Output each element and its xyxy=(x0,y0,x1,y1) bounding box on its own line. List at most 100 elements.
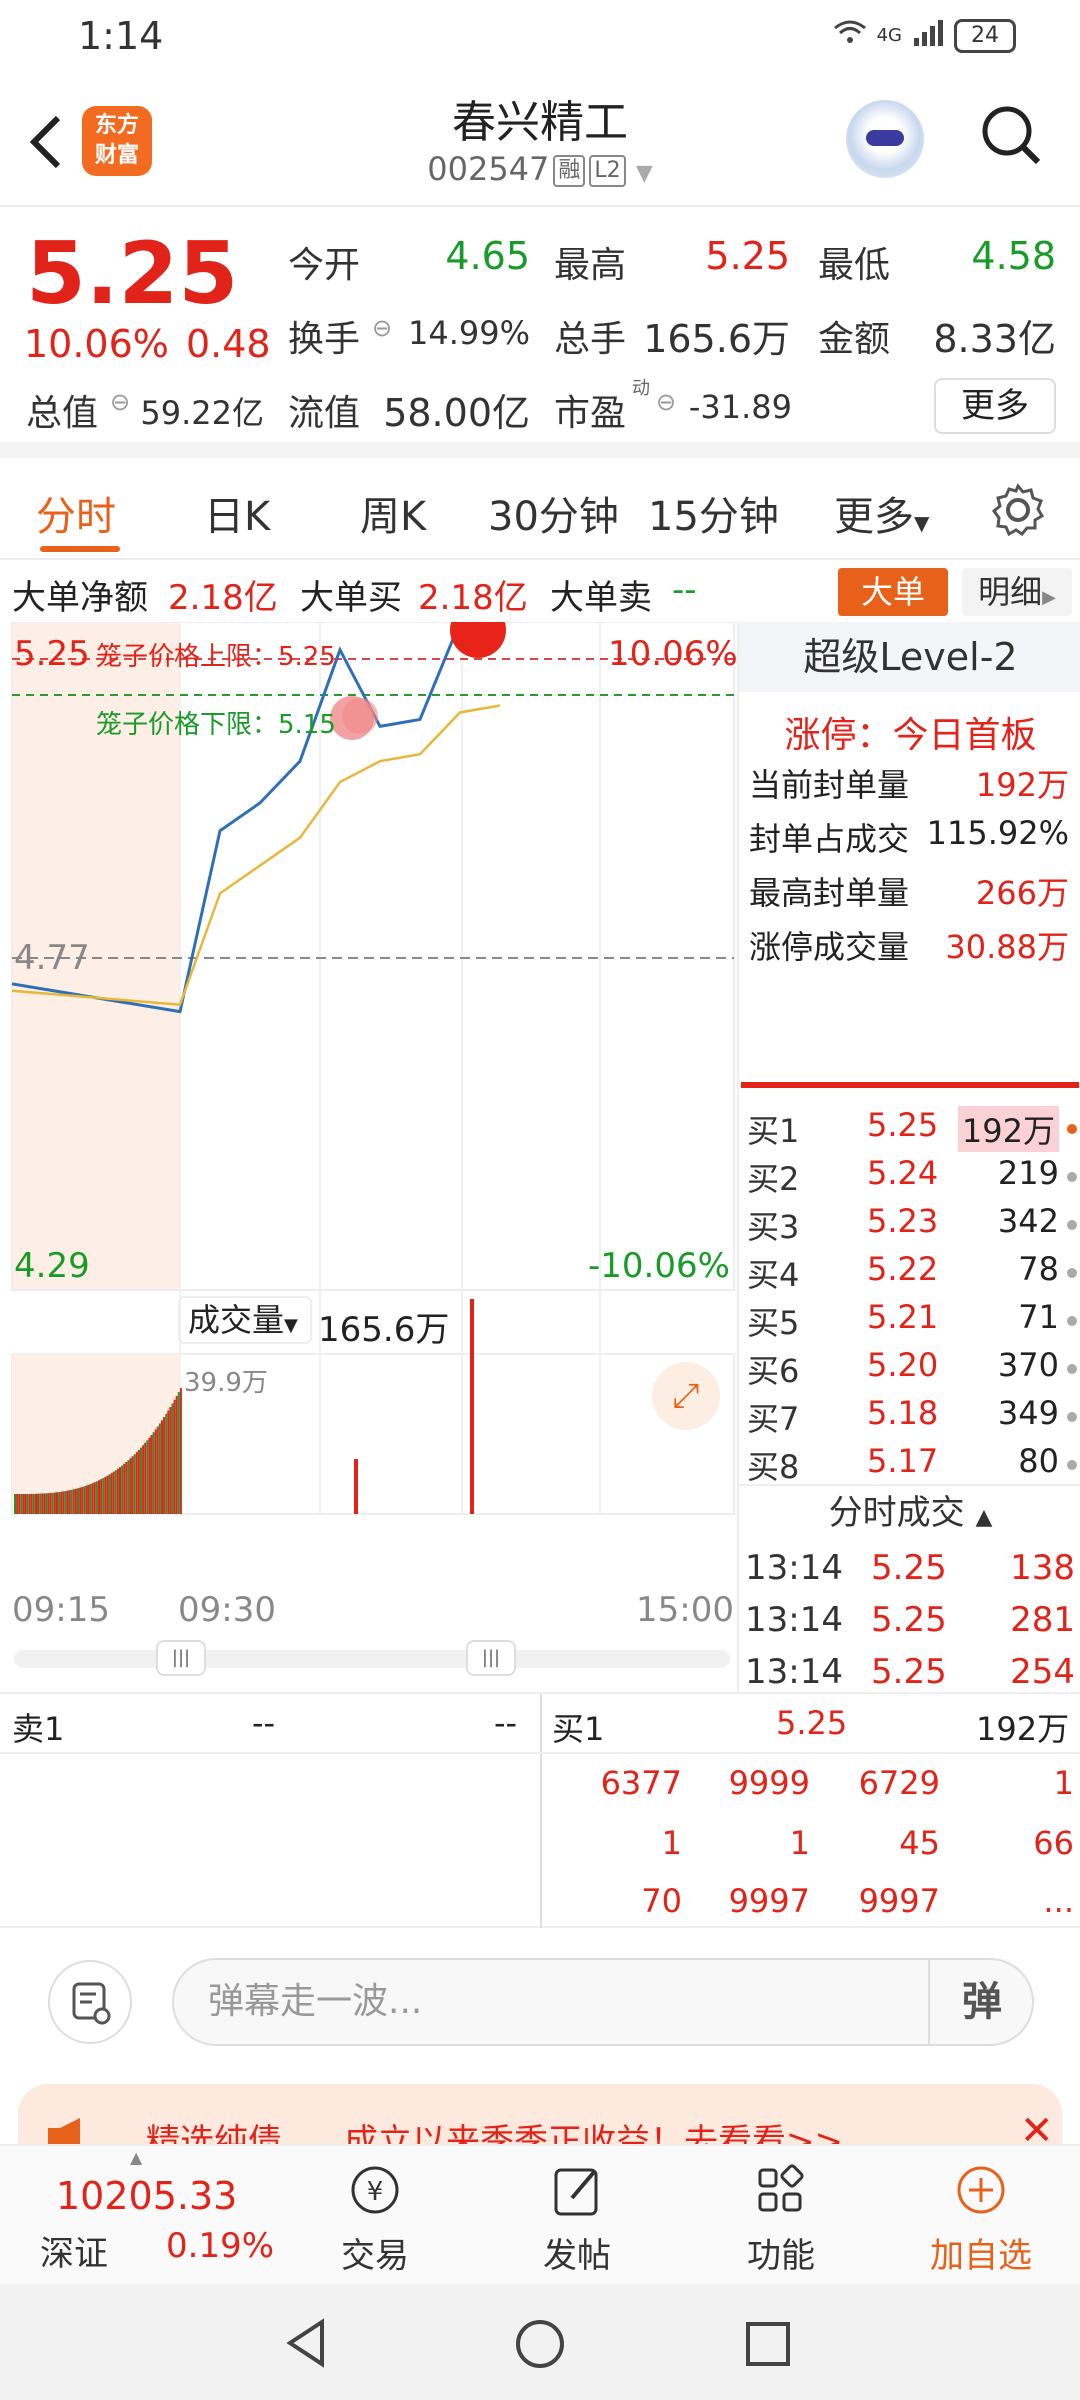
intraday-chart[interactable]: 5.25 笼子价格上限：5.25 笼子价格下限：5.15 10.06% 4.77… xyxy=(0,622,738,1692)
volume-indicator-selector[interactable]: 成交量▼ xyxy=(178,1296,312,1344)
dot-icon xyxy=(1067,1220,1077,1230)
dot-icon xyxy=(1067,1316,1077,1326)
bid-level: 买6 xyxy=(747,1352,800,1390)
tick-time: 13:14 xyxy=(745,1600,843,1640)
search-icon[interactable] xyxy=(980,104,1042,166)
change-percent: 10.06% xyxy=(24,322,169,366)
queue-more[interactable]: ... xyxy=(954,1882,1074,1920)
bid-qty: 78 xyxy=(1018,1250,1059,1288)
volume-bar xyxy=(154,1429,157,1514)
bid-row[interactable]: 买8 5.17 80 xyxy=(747,1442,1077,1490)
volume-bar xyxy=(70,1489,73,1514)
limit-up-status: 涨停：今日首板 xyxy=(784,715,1037,756)
bid-row[interactable]: 买6 5.20 370 xyxy=(747,1346,1077,1394)
tab-daily-k[interactable]: 日K xyxy=(204,484,270,542)
nav-add-watchlist-label: 加自选 xyxy=(930,2236,1032,2276)
bid-qty: 80 xyxy=(1018,1442,1059,1480)
triangle-up-icon: ▲ xyxy=(130,2148,143,2167)
queue-order: 70 xyxy=(641,1882,682,1920)
bid-row[interactable]: 买2 5.24 219 xyxy=(747,1154,1077,1202)
svg-text:¥: ¥ xyxy=(367,2177,384,2207)
queue-order: 6377 xyxy=(600,1764,682,1802)
expand-icon[interactable]: ⤢ xyxy=(652,1362,720,1430)
nav-functions[interactable]: 功能 xyxy=(716,2158,846,2277)
index-widget[interactable]: ▲ 10205.33 深证 0.19% xyxy=(0,2146,290,2286)
stat-value: 192万 xyxy=(975,766,1069,804)
danmaku-settings-icon[interactable] xyxy=(48,1960,132,2044)
dot-icon xyxy=(1067,1364,1077,1374)
volume-bar xyxy=(150,1434,153,1514)
bid-row[interactable]: 买3 5.23 342 xyxy=(747,1202,1077,1250)
tab-timeshare[interactable]: 分时 xyxy=(36,484,116,542)
danmaku-input[interactable]: 弹幕走一波... xyxy=(172,1958,1034,2046)
gear-icon[interactable] xyxy=(990,482,1046,538)
recents-square-icon[interactable] xyxy=(744,2320,792,2372)
dropdown-triangle-icon: ▼ xyxy=(914,511,930,535)
volume-bar xyxy=(18,1493,21,1514)
danmaku-toggle-button[interactable]: 弹 xyxy=(928,1958,1034,2046)
panel-divider xyxy=(741,1082,1079,1088)
turnover-value: 14.99% xyxy=(407,314,530,352)
volume-bar xyxy=(24,1493,27,1514)
status-bar: 1:14 4G 24 xyxy=(0,0,1080,72)
bid-qty: 219 xyxy=(997,1154,1059,1192)
volume-bar xyxy=(131,1456,134,1514)
range-start-handle[interactable]: ||| xyxy=(156,1640,206,1676)
bid-row[interactable]: 买5 5.21 71 xyxy=(747,1298,1077,1346)
bid-row[interactable]: 买4 5.22 78 xyxy=(747,1250,1077,1298)
index-value: 10205.33 xyxy=(56,2174,238,2218)
app-header: 东方 财富 春兴精工 002547 融 L2 ▼ xyxy=(0,72,1080,207)
queue-order: 66 xyxy=(1033,1824,1074,1862)
info-icon[interactable]: ⊖ xyxy=(372,314,392,342)
level2-title[interactable]: 超级Level-2 xyxy=(739,622,1080,692)
volume-bar xyxy=(127,1460,130,1514)
float-label: 流值 xyxy=(288,393,361,434)
volume-bar xyxy=(135,1452,138,1514)
stat-label: 当前封单量 xyxy=(749,766,910,804)
stat-value: 30.88万 xyxy=(945,928,1069,966)
info-icon[interactable]: ⊖ xyxy=(110,388,130,416)
volume-bar xyxy=(30,1493,33,1514)
time-range-scrollbar[interactable] xyxy=(14,1650,730,1668)
volume-bar xyxy=(95,1481,98,1514)
volume-bar xyxy=(53,1492,56,1514)
tick-time: 13:14 xyxy=(745,1652,843,1692)
volume-bar xyxy=(161,1420,163,1514)
robot-assistant-icon[interactable] xyxy=(846,100,924,178)
nav-post-label: 发帖 xyxy=(543,2236,611,2276)
tab-30min[interactable]: 30分钟 xyxy=(488,484,619,542)
info-icon[interactable]: ⊖ xyxy=(656,388,676,416)
tab-more[interactable]: 更多▼ xyxy=(834,484,929,542)
nav-add-watchlist[interactable]: 加自选 xyxy=(916,2158,1046,2277)
bid-row[interactable]: 买7 5.18 349 xyxy=(747,1394,1077,1442)
range-end-handle[interactable]: ||| xyxy=(466,1640,516,1676)
volume-bar xyxy=(137,1449,140,1514)
index-percent: 0.19% xyxy=(166,2226,275,2266)
queue-header-divider xyxy=(0,1752,1080,1754)
back-triangle-icon[interactable] xyxy=(282,2318,332,2372)
limit-up-marker-dot[interactable] xyxy=(450,622,506,658)
volume-bar xyxy=(171,1403,174,1514)
ticks-header[interactable]: 分时成交 ▲ xyxy=(739,1484,1080,1538)
nav-trade[interactable]: ¥ 交易 xyxy=(310,2158,440,2277)
nav-post[interactable]: 发帖 xyxy=(512,2158,642,2277)
more-quote-button[interactable]: 更多 xyxy=(934,378,1056,434)
status-icons: 4G 24 xyxy=(833,18,1016,53)
bid-price: 5.22 xyxy=(867,1250,939,1288)
big-order-toggle-button[interactable]: 大单 xyxy=(838,568,948,616)
volume-bar xyxy=(163,1417,166,1514)
home-circle-icon[interactable] xyxy=(514,2318,566,2374)
queue-order: 6729 xyxy=(858,1764,940,1802)
detail-toggle-button[interactable]: 明细▶ xyxy=(962,568,1072,616)
level2-panel: 超级Level-2 涨停：今日首板 当前封单量 192万 封单占成交 115.92%… xyxy=(737,622,1080,1692)
tab-weekly-k[interactable]: 周K xyxy=(360,484,426,542)
high-value: 5.25 xyxy=(705,234,790,278)
bid-price: 5.23 xyxy=(867,1202,939,1240)
nav-functions-label: 功能 xyxy=(747,2236,815,2276)
marker-dot[interactable] xyxy=(342,698,378,734)
tab-15min[interactable]: 15分钟 xyxy=(648,484,779,542)
volume-bar xyxy=(64,1491,67,1514)
bid-row[interactable]: 买1 5.25 192万 xyxy=(747,1106,1077,1154)
level-tag: L2 xyxy=(589,155,626,187)
chart-tabs: 分时 日K 周K 30分钟 15分钟 更多▼ xyxy=(0,458,1080,560)
